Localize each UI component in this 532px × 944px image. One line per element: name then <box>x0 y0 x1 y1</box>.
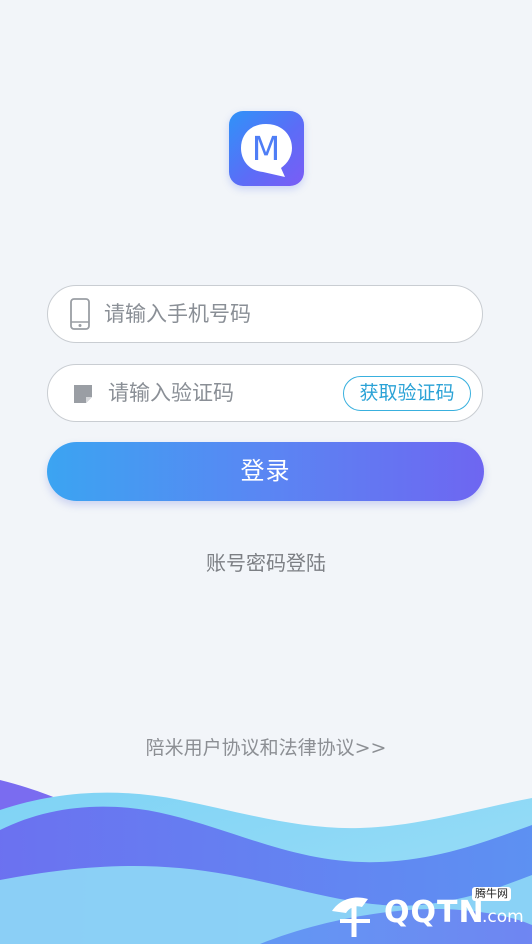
login-button[interactable]: 登录 <box>47 442 484 501</box>
phone-icon <box>70 298 90 330</box>
get-code-button[interactable]: 获取验证码 <box>343 376 471 411</box>
watermark-domain: .com <box>482 907 524 927</box>
phone-input[interactable] <box>104 286 464 342</box>
watermark-logo-icon <box>332 897 370 937</box>
code-field[interactable]: 获取验证码 <box>47 364 483 422</box>
user-agreement-link[interactable]: 陪米用户协议和法律协议>> <box>0 733 532 760</box>
m-logo-icon: M <box>241 124 292 177</box>
watermark-text: QQTN <box>384 895 485 930</box>
phone-field[interactable] <box>47 285 483 343</box>
verification-code-icon <box>74 385 92 403</box>
app-logo: M <box>229 111 304 186</box>
account-password-login-link[interactable]: 账号密码登陆 <box>0 547 532 576</box>
site-watermark: 腾牛网 QQTN .com <box>326 885 526 940</box>
code-input[interactable] <box>108 365 328 421</box>
logo-letter: M <box>252 129 280 168</box>
